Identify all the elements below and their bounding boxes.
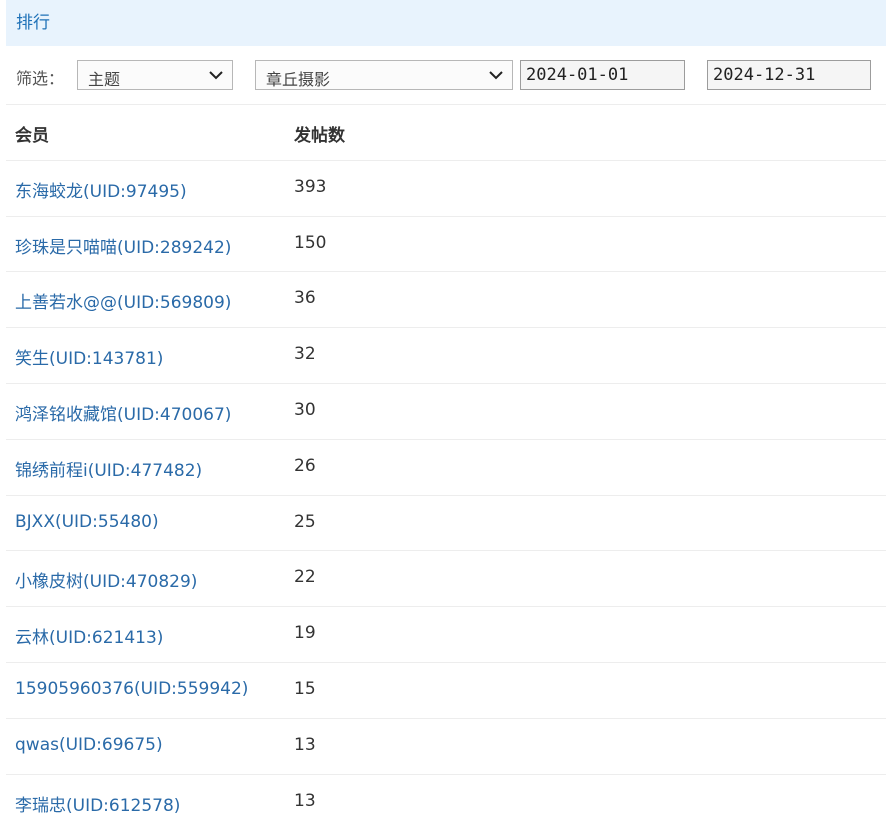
table-row: 上善若水@@(UID:569809) 36 — [6, 271, 886, 327]
forum-select-value: 章丘摄影 — [266, 70, 331, 89]
start-date-value: 2024-01-01 — [526, 65, 629, 85]
post-count: 26 — [294, 455, 316, 476]
post-count: 19 — [294, 623, 316, 644]
post-count: 150 — [294, 232, 327, 253]
type-select[interactable]: 主题 — [77, 60, 233, 90]
table-row: 小橡皮树(UID:470829) 22 — [6, 550, 886, 606]
post-count: 15 — [294, 678, 316, 699]
page-title: 排行 — [16, 13, 50, 33]
table-row: 李瑞忠(UID:612578) 13 — [6, 773, 886, 829]
member-link[interactable]: BJXX(UID:55480) — [15, 512, 159, 532]
member-link[interactable]: 鸿泽铭收藏馆(UID:470067) — [15, 400, 231, 425]
member-link[interactable]: 笑生(UID:143781) — [15, 344, 163, 369]
chevron-down-icon — [489, 71, 503, 80]
member-link[interactable]: 小橡皮树(UID:470829) — [15, 567, 197, 592]
chevron-down-icon — [209, 71, 223, 80]
post-count: 13 — [294, 790, 316, 811]
ranking-page: 排行 筛选： 主题 章丘摄影 2024-01-01 2024-12-31 会员 … — [0, 0, 886, 822]
post-count: 13 — [294, 734, 316, 755]
table-row: 珍珠是只喵喵(UID:289242) 150 — [6, 215, 886, 272]
post-count: 30 — [294, 399, 316, 420]
member-link[interactable]: 李瑞忠(UID:612578) — [15, 791, 180, 816]
post-count: 22 — [294, 567, 316, 588]
table-row: qwas(UID:69675) 13 — [6, 717, 886, 774]
member-link[interactable]: qwas(UID:69675) — [15, 735, 163, 755]
table-row: BJXX(UID:55480) 25 — [6, 494, 886, 551]
type-select-value: 主题 — [88, 70, 121, 89]
forum-select[interactable]: 章丘摄影 — [255, 60, 513, 90]
ranking-header: 排行 — [6, 0, 886, 46]
table-row: 东海蛟龙(UID:97495) 393 — [6, 159, 886, 216]
member-link[interactable]: 云林(UID:621413) — [15, 623, 163, 648]
ranking-table: 会员 发帖数 东海蛟龙(UID:97495) 393 珍珠是只喵喵(UID:28… — [6, 104, 886, 829]
member-link[interactable]: 锦绣前程i(UID:477482) — [15, 456, 202, 481]
column-header-posts: 发帖数 — [294, 126, 345, 146]
post-count: 36 — [294, 288, 316, 309]
member-link[interactable]: 东海蛟龙(UID:97495) — [15, 177, 187, 202]
filter-bar: 筛选： 主题 章丘摄影 2024-01-01 2024-12-31 — [6, 58, 886, 94]
table-row: 15905960376(UID:559942) 15 — [6, 661, 886, 718]
post-count: 32 — [294, 344, 316, 365]
table-row: 云林(UID:621413) 19 — [6, 606, 886, 662]
end-date-input[interactable]: 2024-12-31 — [707, 60, 871, 90]
table-row: 锦绣前程i(UID:477482) 26 — [6, 438, 886, 495]
filter-label: 筛选： — [16, 69, 65, 88]
column-header-member: 会员 — [15, 126, 49, 146]
table-row: 笑生(UID:143781) 32 — [6, 327, 886, 383]
member-link[interactable]: 珍珠是只喵喵(UID:289242) — [15, 233, 231, 258]
table-header-row: 会员 发帖数 — [6, 104, 886, 160]
table-row: 鸿泽铭收藏馆(UID:470067) 30 — [6, 382, 886, 439]
end-date-value: 2024-12-31 — [713, 65, 816, 85]
start-date-input[interactable]: 2024-01-01 — [520, 60, 685, 90]
post-count: 393 — [294, 176, 327, 197]
post-count: 25 — [294, 511, 316, 532]
member-link[interactable]: 15905960376(UID:559942) — [15, 679, 248, 699]
member-link[interactable]: 上善若水@@(UID:569809) — [15, 288, 231, 313]
